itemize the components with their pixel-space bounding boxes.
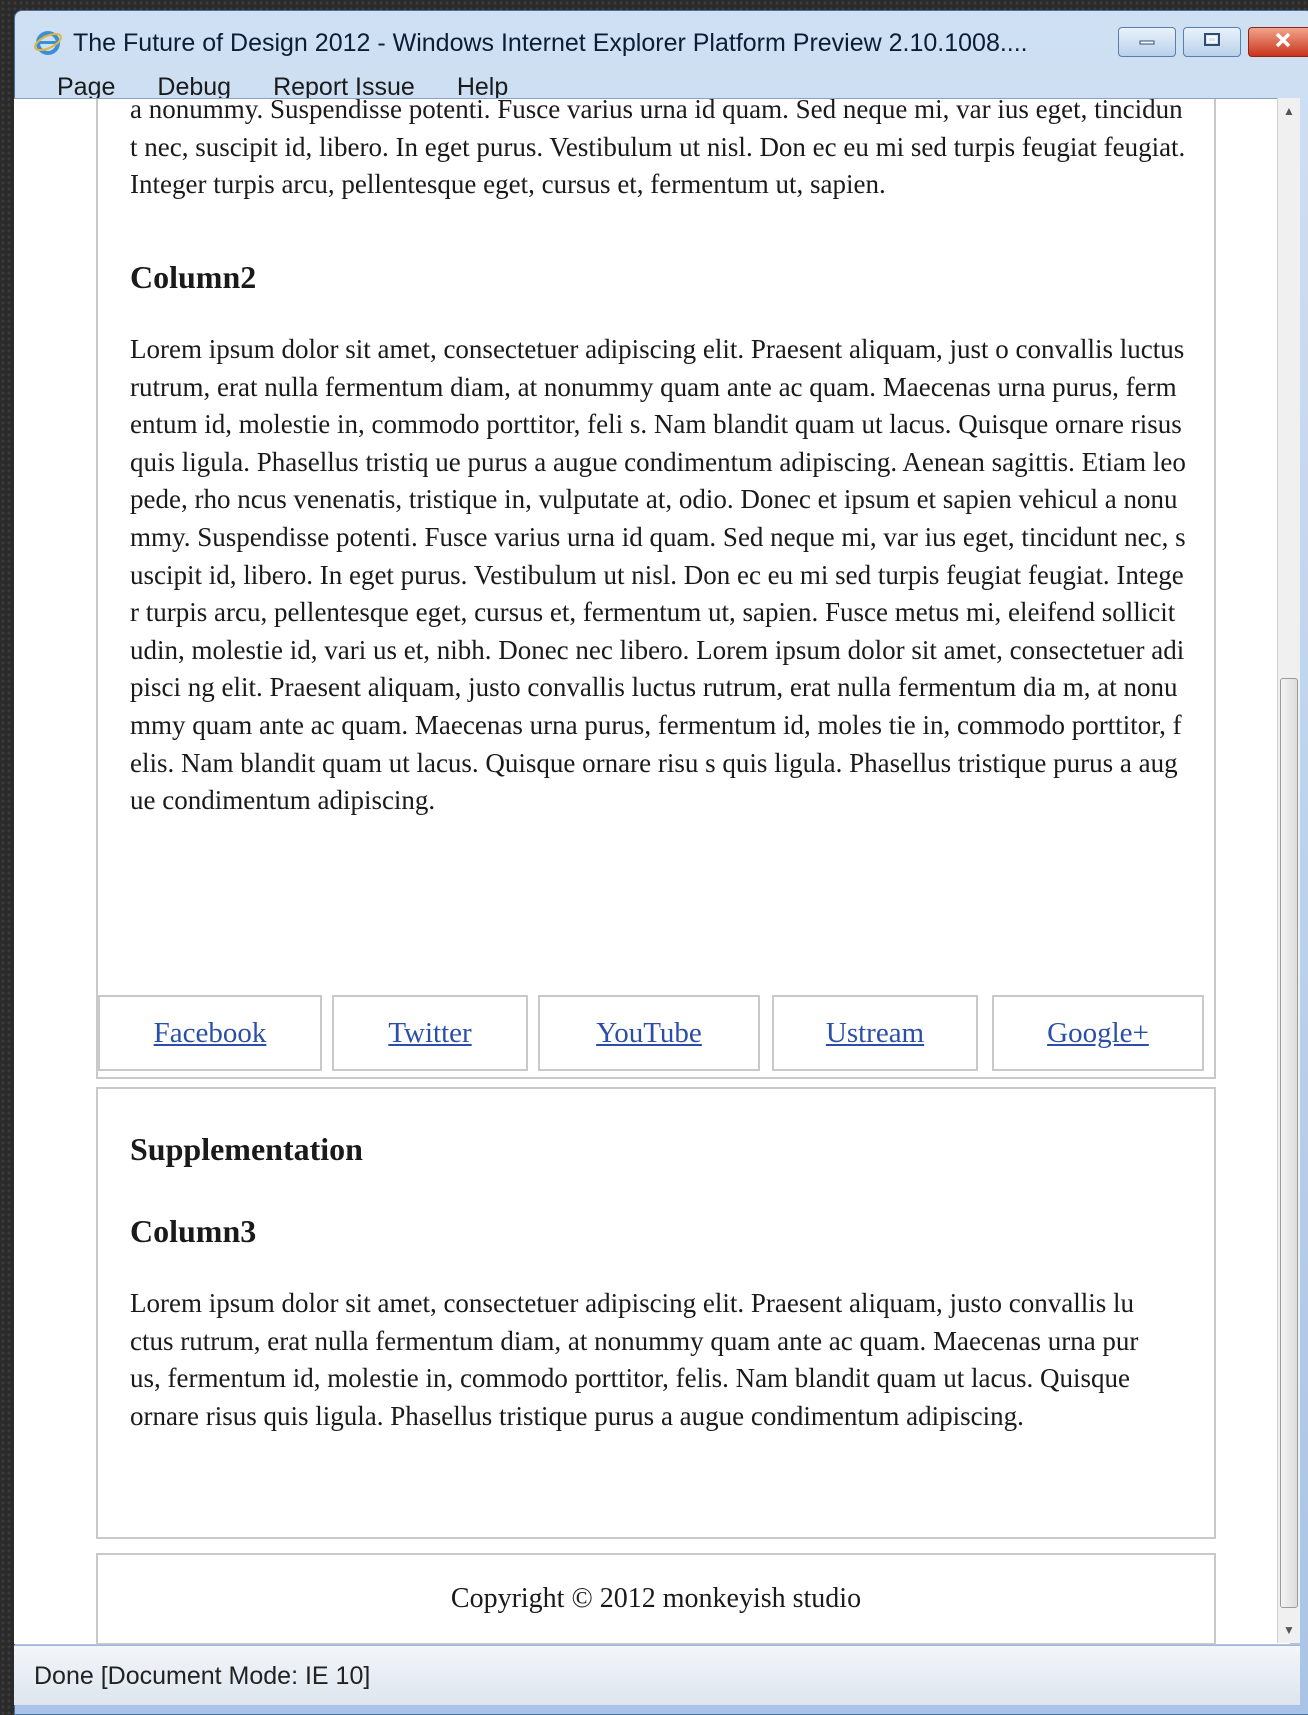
column1-text: a nonummy. Suspendisse potenti. Fusce va… [130, 98, 1186, 200]
main-content-box: a nonummy. Suspendisse potenti. Fusce va… [96, 98, 1216, 1079]
close-button[interactable] [1248, 27, 1308, 57]
facebook-link[interactable]: Facebook [154, 1017, 267, 1050]
window-title: The Future of Design 2012 - Windows Inte… [73, 29, 1028, 57]
maximize-button[interactable] [1183, 27, 1241, 57]
close-icon [1273, 31, 1293, 54]
link-box-googleplus: Google+ [992, 995, 1204, 1071]
ustream-link[interactable]: Ustream [826, 1017, 924, 1050]
status-bar: Done [Document Mode: IE 10] [14, 1645, 1300, 1705]
internet-explorer-icon [33, 27, 63, 57]
link-box-youtube: YouTube [538, 995, 760, 1071]
scroll-thumb[interactable] [1280, 678, 1298, 1608]
twitter-link[interactable]: Twitter [388, 1017, 471, 1050]
minimize-button[interactable] [1118, 27, 1176, 57]
link-box-twitter: Twitter [332, 995, 528, 1071]
social-links: Facebook Twitter YouTube Ustream Google+ [98, 995, 1216, 1071]
youtube-link[interactable]: YouTube [596, 1017, 702, 1050]
title-bar: The Future of Design 2012 - Windows Inte… [15, 11, 1308, 59]
column2-heading: Column2 [130, 259, 257, 295]
scroll-up-icon[interactable]: ▲ [1283, 104, 1295, 118]
link-box-ustream: Ustream [772, 995, 978, 1071]
minimize-icon [1137, 33, 1157, 51]
link-box-facebook: Facebook [98, 995, 322, 1071]
copyright-text: Copyright © 2012 monkeyish studio [450, 1583, 862, 1614]
footer-box: Copyright © 2012 monkeyish studio [96, 1553, 1216, 1644]
maximize-icon [1202, 32, 1222, 53]
page-viewport: a nonummy. Suspendisse potenti. Fusce va… [14, 98, 1290, 1644]
supplementation-heading: Supplementation [130, 1131, 363, 1167]
supplementation-box: Supplementation Column3 Lorem ipsum dolo… [96, 1087, 1216, 1539]
googleplus-link[interactable]: Google+ [1047, 1017, 1149, 1050]
vertical-scrollbar[interactable]: ▲ ▼ [1277, 98, 1300, 1643]
column3-heading: Column3 [130, 1213, 257, 1249]
column2-text: Lorem ipsum dolor sit amet, consectetuer… [130, 334, 1186, 816]
column3-text: Lorem ipsum dolor sit amet, consectetuer… [130, 1288, 1139, 1431]
scroll-down-icon[interactable]: ▼ [1283, 1623, 1295, 1637]
status-text: Done [Document Mode: IE 10] [34, 1662, 371, 1690]
